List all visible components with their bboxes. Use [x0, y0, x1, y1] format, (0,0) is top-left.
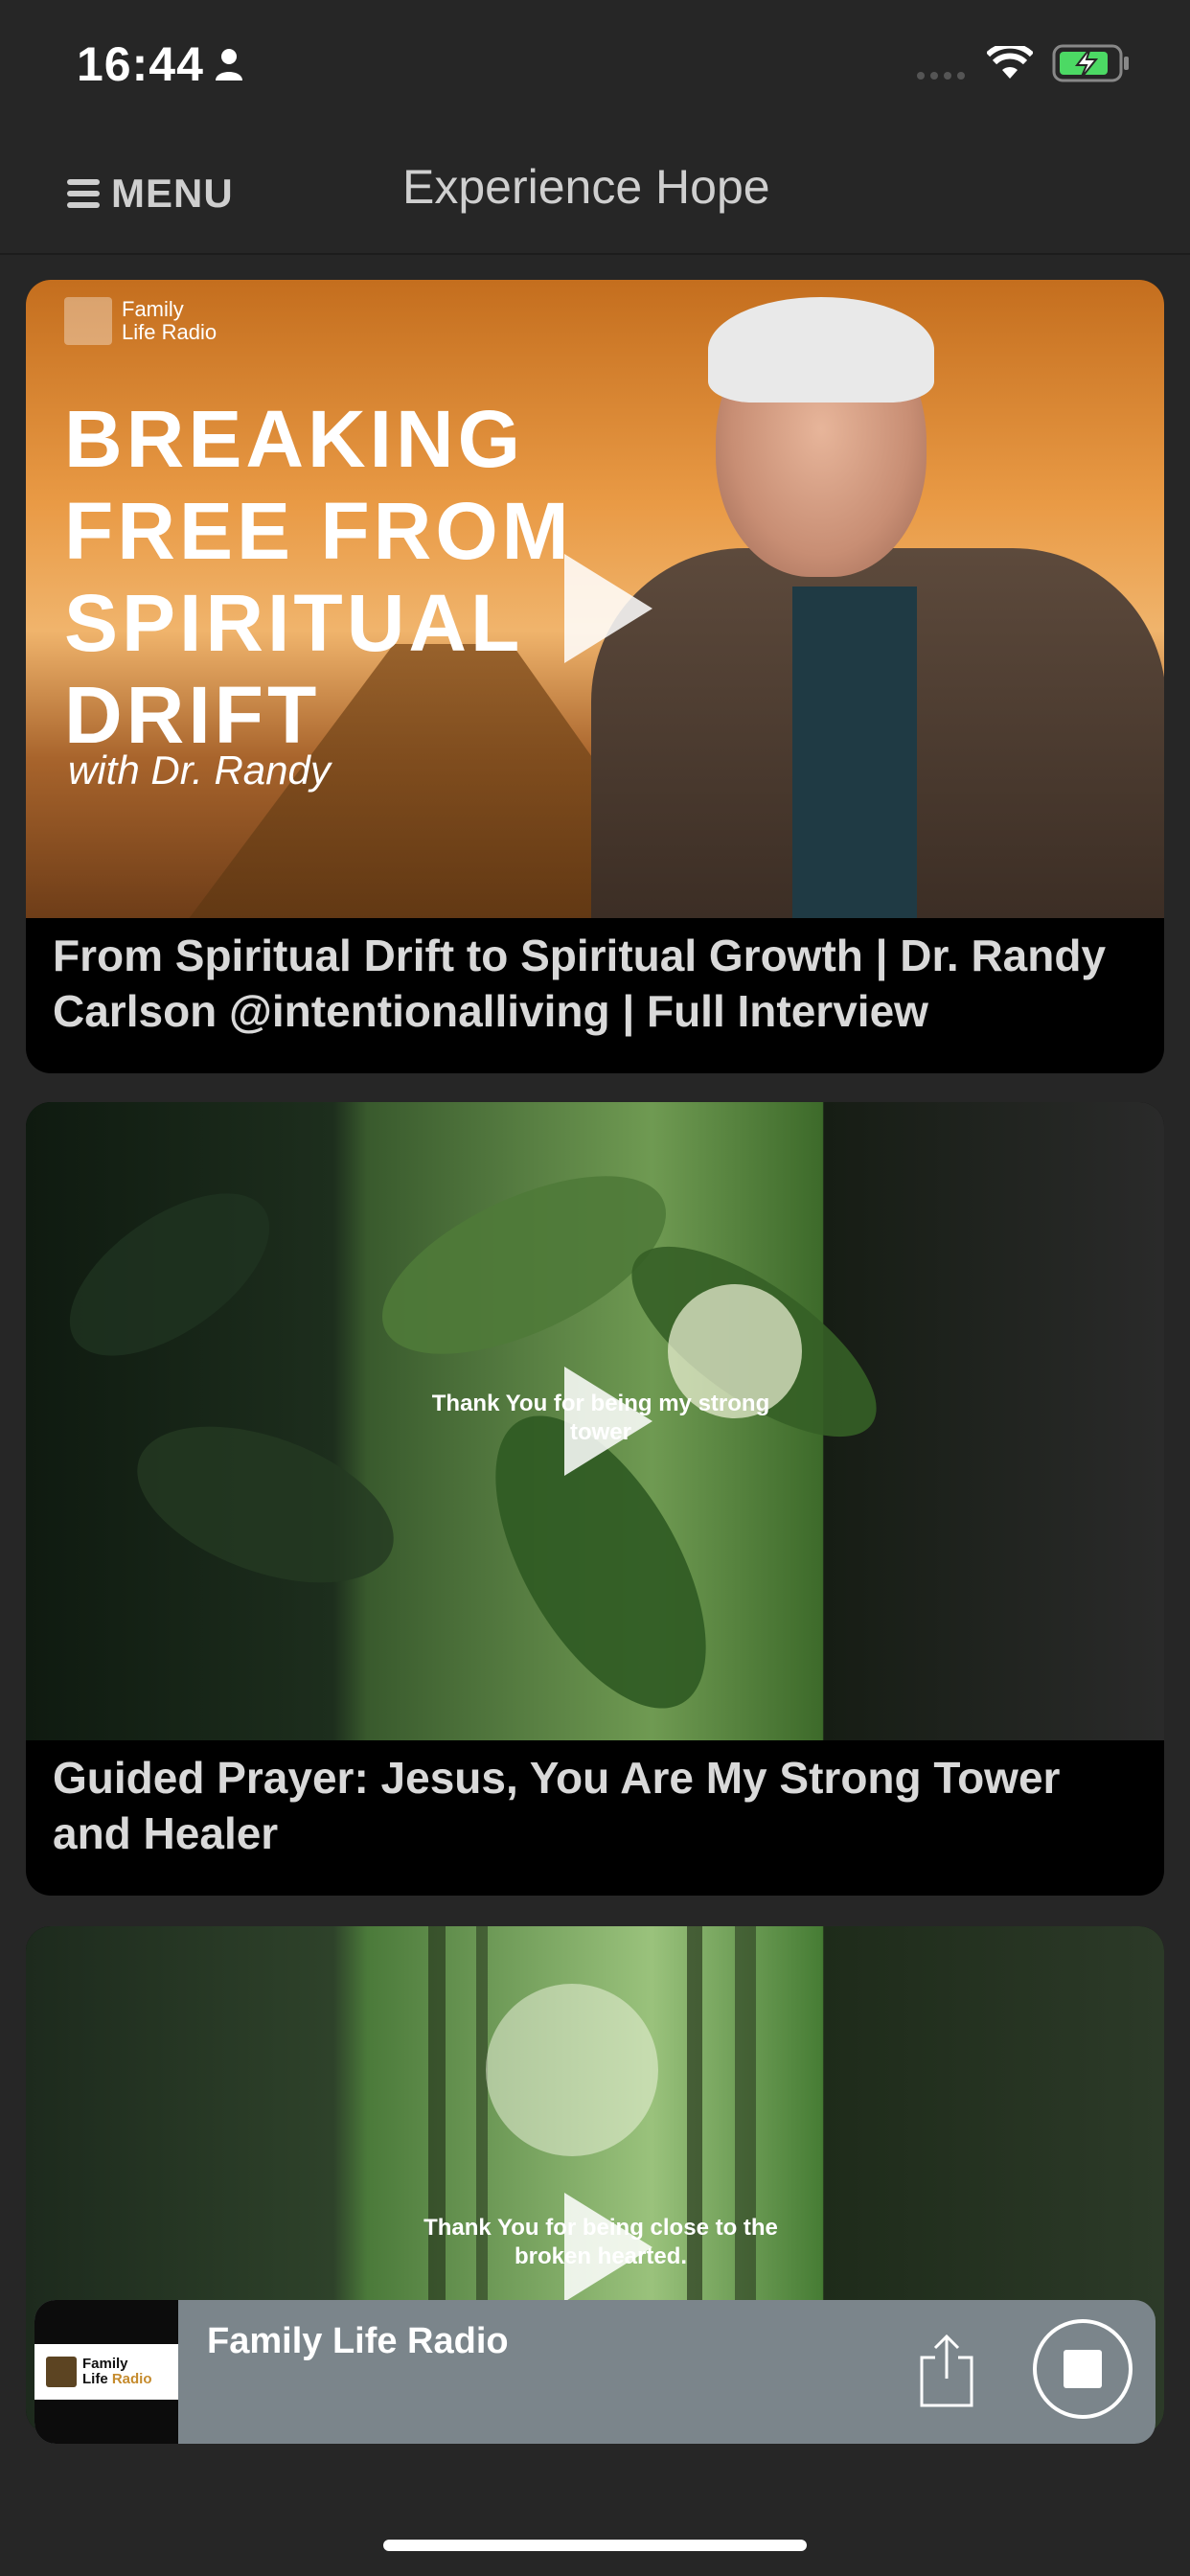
share-icon[interactable]: [916, 2333, 977, 2409]
video-card[interactable]: Thank You for being my strong tower Guid…: [26, 1102, 1164, 1896]
play-icon[interactable]: [536, 2185, 660, 2310]
cellular-dots-icon: [917, 72, 965, 80]
nav-divider: [0, 253, 1190, 255]
thumbnail-brand-text: Family Life Radio: [122, 297, 217, 344]
battery-charging-icon: [1052, 44, 1129, 82]
brand-mark-icon: [64, 297, 112, 345]
status-bar: 16:44: [0, 0, 1190, 128]
video-thumbnail[interactable]: Thank You for being my strong tower: [26, 1102, 1164, 1740]
video-title[interactable]: From Spiritual Drift to Spiritual Growth…: [53, 928, 1145, 1039]
person-icon: [216, 49, 242, 80]
station-logo-plate: Family Life Radio: [34, 2344, 178, 2400]
thumbnail-person-shirt: [792, 586, 917, 918]
station-logo: Family Life Radio: [34, 2300, 178, 2444]
thumbnail-person-hair: [708, 297, 934, 402]
page-title: Experience Hope: [402, 160, 770, 214]
mini-player[interactable]: Family Life Radio Family Life Radio: [34, 2300, 1156, 2444]
video-card[interactable]: Family Life Radio BREAKING FREE FROM SPI…: [26, 280, 1164, 1073]
status-time: 16:44: [77, 37, 204, 91]
thumbnail-headline: BREAKING FREE FROM SPIRITUAL DRIFT: [64, 394, 573, 760]
video-title[interactable]: Guided Prayer: Jesus, You Are My Strong …: [53, 1750, 1145, 1861]
home-indicator[interactable]: [383, 2540, 807, 2551]
nav-bar: MENU Experience Hope: [0, 144, 1190, 249]
play-icon[interactable]: [536, 546, 660, 671]
player-station-title: Family Life Radio: [207, 2321, 509, 2361]
station-logo-line2a: Life: [82, 2371, 112, 2387]
stop-icon: [1064, 2350, 1102, 2388]
wifi-icon: [987, 46, 1033, 79]
station-logo-line1: Family: [82, 2356, 128, 2372]
menu-button[interactable]: MENU: [67, 165, 234, 222]
thumbnail-brand-logo: Family Life Radio: [64, 297, 217, 345]
menu-label: MENU: [111, 171, 234, 216]
stop-button[interactable]: [1033, 2319, 1133, 2419]
thumbnail-subtitle: with Dr. Randy: [68, 748, 331, 793]
play-icon[interactable]: [536, 1359, 660, 1484]
station-logo-mark-icon: [46, 2357, 77, 2387]
video-thumbnail[interactable]: Family Life Radio BREAKING FREE FROM SPI…: [26, 280, 1164, 918]
station-logo-line2b: Radio: [111, 2371, 152, 2387]
station-logo-text: Family Life Radio: [82, 2357, 152, 2387]
hamburger-icon: [67, 179, 100, 208]
